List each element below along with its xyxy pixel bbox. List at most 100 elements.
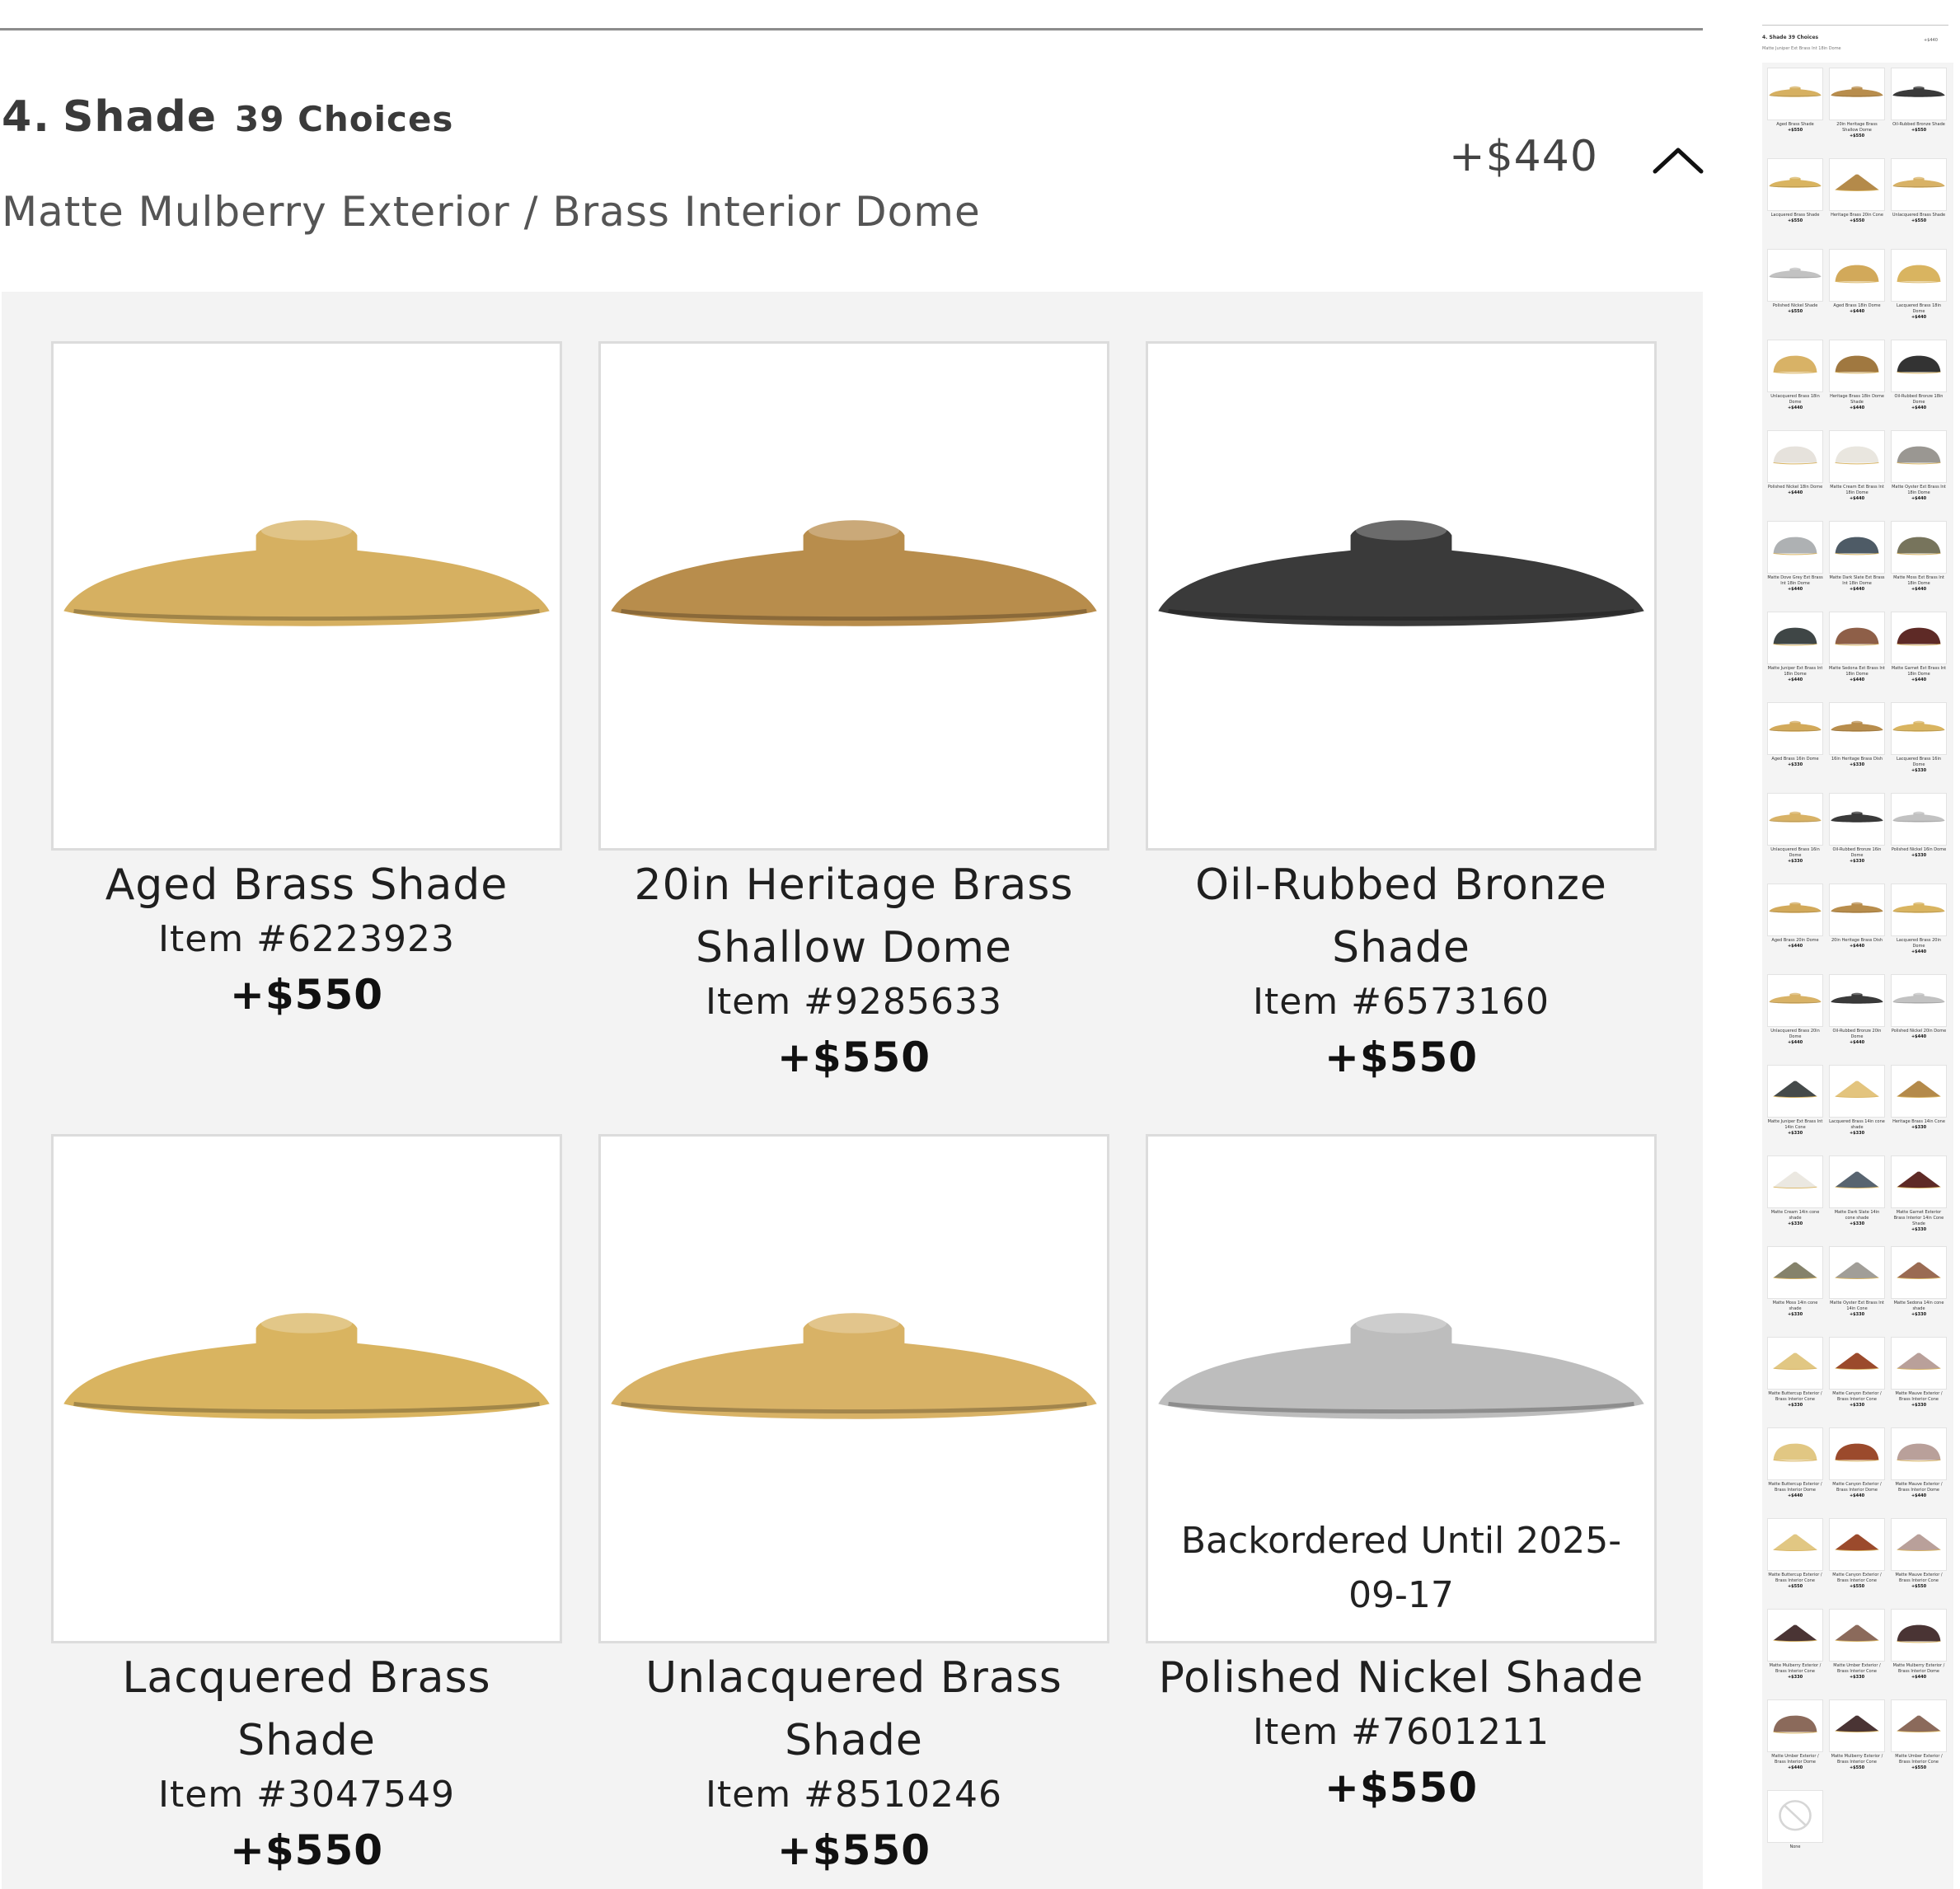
mini-option[interactable]: Polished Nickel 16in Dome +$330	[1891, 793, 1947, 879]
mini-option-image	[1829, 1065, 1885, 1118]
mini-option[interactable]: Matte Canyon Exterior / Brass Interior D…	[1829, 1427, 1885, 1513]
mini-option[interactable]: Heritage Brass 20in Cone +$550	[1829, 158, 1885, 244]
mini-option[interactable]: Matte Dark Slate 14in cone shade +$330	[1829, 1155, 1885, 1241]
mini-option[interactable]: Matte Juniper Ext Brass Int 14in Cone +$3…	[1767, 1065, 1823, 1151]
mini-option[interactable]: Matte Umber Exterior / Brass Interior Do…	[1767, 1699, 1823, 1785]
mini-option[interactable]: Aged Brass 18in Dome +$440	[1829, 249, 1885, 335]
mini-option[interactable]: Matte Mauve Exterior / Brass Interior Co…	[1891, 1337, 1947, 1423]
shade-option-image[interactable]	[51, 341, 562, 851]
mini-option[interactable]: Unlacquered Brass Shade +$550	[1891, 158, 1947, 244]
option-price: +$550	[229, 1826, 384, 1874]
mini-option[interactable]: Oil-Rubbed Bronze 18in Dome +$440	[1891, 340, 1947, 425]
shade-option-card[interactable]: Oil-Rubbed Bronze Shade Item #6573160 +$55…	[1146, 341, 1657, 1090]
mini-option-image	[1891, 521, 1947, 574]
shade-option-card[interactable]: Aged Brass Shade Item #6223923 +$550	[51, 341, 562, 1027]
mini-option[interactable]: Unlacquered Brass 18in Dome +$440	[1767, 340, 1823, 425]
mini-option[interactable]: Matte Moss Ext Brass Int 18in Dome +$440	[1891, 521, 1947, 607]
mini-option[interactable]: Matte Mulberry Exterior / Brass Interior…	[1891, 1609, 1947, 1694]
mini-option[interactable]: Heritage Brass 18in Dome Shade +$440	[1829, 340, 1885, 425]
shade-option-card[interactable]: Unlacquered Brass Shade Item #8510246 +$55…	[598, 1134, 1109, 1882]
mini-option[interactable]: Aged Brass 16in Dome +$330	[1767, 702, 1823, 788]
mini-option-price: +$440	[1911, 677, 1927, 682]
mini-option-label: Matte Garnet Ext Brass Int 18in Dome	[1891, 666, 1947, 677]
mini-option[interactable]: Matte Umber Exterior / Brass Interior Co…	[1891, 1699, 1947, 1785]
shade-illustration	[1897, 1262, 1941, 1280]
shade-illustration	[1835, 627, 1879, 646]
mini-option[interactable]: Unlacquered Brass 20in Dome +$440	[1767, 974, 1823, 1060]
mini-option[interactable]: 20in Heritage Brass Dish +$440	[1829, 884, 1885, 969]
mini-option[interactable]: Matte Umber Exterior / Brass Interior Co…	[1829, 1609, 1885, 1694]
mini-option[interactable]: Matte Mauve Exterior / Brass Interior Co…	[1891, 1518, 1947, 1604]
shade-illustration	[1769, 86, 1822, 97]
mini-option[interactable]: Matte Cream 14in cone shade +$330	[1767, 1155, 1823, 1241]
mini-option-label: Matte Juniper Ext Brass Int 18in Dome	[1767, 666, 1823, 677]
mini-option[interactable]: Matte Canyon Exterior / Brass Interior C…	[1829, 1518, 1885, 1604]
shade-option-image[interactable]	[598, 1134, 1109, 1643]
mini-option[interactable]: Matte Sedona Ext Brass Int 18in Dome +$44…	[1829, 612, 1885, 697]
mini-option[interactable]: Aged Brass 20in Dome +$440	[1767, 884, 1823, 969]
mini-option[interactable]: Lacquered Brass Shade +$550	[1767, 158, 1823, 244]
mini-option-image	[1767, 974, 1823, 1027]
mini-option-label: Matte Sedona 14in cone shade	[1893, 1301, 1944, 1311]
mini-option-price: +$440	[1911, 1034, 1927, 1039]
mini-option[interactable]: Matte Buttercup Exterior / Brass Interio…	[1767, 1427, 1823, 1513]
step-header[interactable]: 4. Shade 39 Choices	[2, 92, 453, 142]
shade-option-card[interactable]: Backordered Until 2025-09-17 Polished Nic…	[1146, 1134, 1657, 1820]
shade-illustration	[1892, 902, 1945, 913]
shade-option-card[interactable]: 20in Heritage Brass Shallow Dome Item #92…	[598, 341, 1109, 1090]
shade-option-image[interactable]	[51, 1134, 562, 1643]
mini-option[interactable]: Oil-Rubbed Bronze 20in Dome +$440	[1829, 974, 1885, 1060]
mini-option[interactable]: Oil-Rubbed Bronze 16in Dome +$330	[1829, 793, 1885, 879]
mini-option-price: +$440	[1849, 944, 1865, 949]
mini-option-image	[1829, 793, 1885, 846]
mini-option[interactable]: Aged Brass Shade +$550	[1767, 68, 1823, 153]
mini-option[interactable]: Matte Mulberry Exterior / Brass Interior…	[1829, 1699, 1885, 1785]
shade-option-image[interactable]	[1146, 341, 1657, 851]
mini-option[interactable]: Lacquered Brass 20in Dome +$440	[1891, 884, 1947, 969]
mini-option[interactable]: Polished Nickel Shade +$550	[1767, 249, 1823, 335]
shade-option-card[interactable]: Lacquered Brass Shade Item #3047549 +$550	[51, 1134, 562, 1882]
shade-option-image[interactable]: Backordered Until 2025-09-17	[1146, 1134, 1657, 1643]
mini-option[interactable]: Oil-Rubbed Bronze Shade +$550	[1891, 68, 1947, 153]
mini-option[interactable]: Lacquered Brass 18in Dome +$440	[1891, 249, 1947, 335]
mini-option[interactable]: 16in Heritage Brass Dish +$330	[1829, 702, 1885, 788]
shade-illustration	[1773, 1534, 1817, 1552]
mini-option-price: +$440	[1849, 309, 1865, 314]
mini-option-label: Matte Mauve Exterior / Brass Interior Do…	[1895, 1482, 1943, 1493]
mini-option-price: +$330	[1849, 1675, 1865, 1680]
mini-option[interactable]: Unlacquered Brass 16in Dome +$330	[1767, 793, 1823, 879]
mini-option[interactable]: Matte Oyster Ext Brass Int 18in Dome +$44…	[1891, 430, 1947, 516]
mini-option[interactable]: Matte Garnet Exterior Brass Interior 14i…	[1891, 1155, 1947, 1241]
shade-option-image[interactable]	[598, 341, 1109, 851]
mini-option[interactable]: Matte Oyster Ext Brass Int 14in Cone +$33…	[1829, 1246, 1885, 1332]
shade-illustration	[1897, 355, 1941, 374]
mini-option[interactable]: Lacquered Brass 16in Dome +$330	[1891, 702, 1947, 788]
mini-option[interactable]: 20in Heritage Brass Shallow Dome +$550	[1829, 68, 1885, 153]
mini-option[interactable]: Matte Cream Ext Brass Int 18in Dome +$440	[1829, 430, 1885, 516]
mini-option[interactable]: Matte Dark Slate Ext Brass Int 18in Dome…	[1829, 521, 1885, 607]
mini-option[interactable]: Matte Dove Grey Ext Brass Int 18in Dome +…	[1767, 521, 1823, 607]
option-price: +$550	[1324, 1034, 1479, 1081]
mini-option-image	[1829, 1609, 1885, 1662]
mini-option[interactable]: Matte Mauve Exterior / Brass Interior Do…	[1891, 1427, 1947, 1513]
mini-option-price: +$440	[1911, 496, 1927, 501]
mini-option-label: Lacquered Brass 20in Dome	[1896, 938, 1942, 949]
mini-option-image	[1891, 340, 1947, 392]
mini-option[interactable]: Heritage Brass 14in Cone +$330	[1891, 1065, 1947, 1151]
mini-option[interactable]: Matte Buttercup Exterior / Brass Interio…	[1767, 1337, 1823, 1423]
collapse-button[interactable]	[1652, 138, 1704, 181]
mini-option-none[interactable]: None	[1767, 1790, 1823, 1876]
mini-option[interactable]: Lacquered Brass 14in cone shade +$330	[1829, 1065, 1885, 1151]
mini-option[interactable]: Matte Moss 14in cone shade +$330	[1767, 1246, 1823, 1332]
mini-option[interactable]: Polished Nickel 18in Dome +$440	[1767, 430, 1823, 516]
mini-option-price: +$550	[1849, 218, 1865, 223]
mini-option[interactable]: Matte Garnet Ext Brass Int 18in Dome +$44…	[1891, 612, 1947, 697]
mini-option[interactable]: Matte Buttercup Exterior / Brass Interio…	[1767, 1518, 1823, 1604]
mini-option-image	[1829, 340, 1885, 392]
mini-option[interactable]: Matte Canyon Exterior / Brass Interior C…	[1829, 1337, 1885, 1423]
mini-option[interactable]: Matte Juniper Ext Brass Int 18in Dome +$4…	[1767, 612, 1823, 697]
mini-option[interactable]: Matte Sedona 14in cone shade +$330	[1891, 1246, 1947, 1332]
mini-option[interactable]: Matte Mulberry Exterior / Brass Interior…	[1767, 1609, 1823, 1694]
mini-option[interactable]: Polished Nickel 20in Dome +$440	[1891, 974, 1947, 1060]
mini-option-label: Lacquered Brass 18in Dome	[1896, 303, 1942, 314]
